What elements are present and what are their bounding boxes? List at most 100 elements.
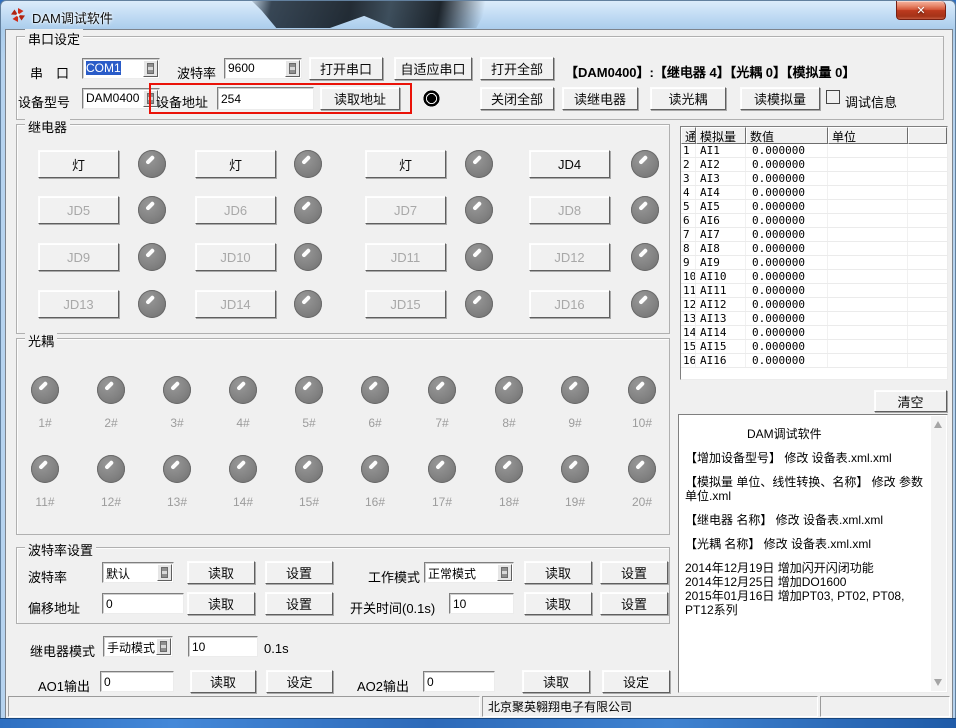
serial-group-title: 串口设定 — [25, 29, 83, 48]
work-mode-dropdown-icon[interactable] — [497, 564, 512, 581]
baud-setting-dropdown-icon[interactable] — [157, 564, 172, 581]
title-bar[interactable]: DAM调试软件 ✕ — [1, 1, 955, 29]
analog-row-1[interactable]: 1AI10.000000 — [681, 144, 947, 158]
address-input[interactable] — [217, 87, 314, 110]
analog-row-14[interactable]: 14AI140.000000 — [681, 326, 947, 340]
open-port-button[interactable]: 打开串口 — [309, 57, 383, 80]
clear-button[interactable]: 清空 — [874, 390, 947, 412]
ao1-set-button[interactable]: 设定 — [266, 670, 333, 693]
analog-row-5[interactable]: 5AI50.000000 — [681, 200, 947, 214]
analog-row-6[interactable]: 6AI60.000000 — [681, 214, 947, 228]
relay-button-3[interactable]: 灯 — [365, 150, 446, 178]
analog-row-12[interactable]: 12AI120.000000 — [681, 298, 947, 312]
adaptive-port-button[interactable]: 自适应串口 — [394, 57, 472, 80]
opto-label-12: 12# — [86, 495, 136, 509]
analog-cell: AI15 — [696, 340, 746, 353]
read-relay-button[interactable]: 读继电器 — [562, 87, 638, 110]
relay-led-11 — [465, 243, 493, 271]
port-combo-dropdown-icon[interactable] — [143, 60, 158, 77]
relay-led-10 — [294, 243, 322, 271]
analog-row-4[interactable]: 4AI40.000000 — [681, 186, 947, 200]
relay-mode-combo[interactable]: 手动模式 — [103, 636, 173, 657]
analog-cell — [908, 214, 947, 227]
analog-row-8[interactable]: 8AI80.000000 — [681, 242, 947, 256]
analog-row-2[interactable]: 2AI20.000000 — [681, 158, 947, 172]
analog-row-7[interactable]: 7AI70.000000 — [681, 228, 947, 242]
switch-time-input[interactable] — [449, 593, 514, 614]
taskbar-strip — [0, 718, 956, 728]
analog-cell: 7 — [681, 228, 696, 241]
scroll-down-icon[interactable] — [934, 679, 942, 686]
close-button[interactable]: ✕ — [896, 1, 946, 20]
header-value[interactable]: 数值 — [746, 127, 828, 144]
ao1-input[interactable] — [100, 671, 174, 692]
offset-set-button[interactable]: 设置 — [265, 592, 333, 615]
port-combo[interactable]: COM1 — [82, 58, 160, 79]
application-window: DAM调试软件 ✕ 串口设定 串 口 COM1 波特率 9600 打开串口 自适… — [0, 0, 956, 728]
analog-row-10[interactable]: 10AI100.000000 — [681, 270, 947, 284]
relay-time-input[interactable] — [188, 636, 258, 657]
ao2-set-button[interactable]: 设定 — [602, 670, 670, 693]
open-all-button[interactable]: 打开全部 — [480, 57, 554, 80]
relay-led-16 — [631, 290, 659, 318]
analog-cell — [828, 200, 908, 213]
relay-led-1 — [138, 150, 166, 178]
debug-info-label[interactable]: 调试信息 — [845, 92, 897, 111]
switch-time-set-button[interactable]: 设置 — [600, 592, 668, 615]
analog-table: 通 模拟量 数值 单位 1AI10.0000002AI20.0000003AI3… — [680, 126, 948, 380]
baud-read-button[interactable]: 读取 — [187, 561, 255, 584]
relay-button-4[interactable]: JD4 — [529, 150, 610, 178]
analog-cell — [828, 354, 908, 367]
work-mode-read-button[interactable]: 读取 — [524, 561, 592, 584]
status-panel-company: 北京聚英翱翔电子有限公司 — [482, 696, 818, 717]
header-extra[interactable] — [908, 127, 947, 144]
analog-row-9[interactable]: 9AI90.000000 — [681, 256, 947, 270]
analog-row-11[interactable]: 11AI110.000000 — [681, 284, 947, 298]
switch-time-read-button[interactable]: 读取 — [524, 592, 592, 615]
analog-cell — [828, 270, 908, 283]
analog-row-13[interactable]: 13AI130.000000 — [681, 312, 947, 326]
analog-cell: 0.000000 — [746, 256, 828, 269]
close-all-button[interactable]: 关闭全部 — [480, 87, 554, 110]
baud-setting-combo[interactable]: 默认 — [102, 562, 174, 583]
read-analog-button[interactable]: 读模拟量 — [740, 87, 820, 110]
analog-cell: AI5 — [696, 200, 746, 213]
analog-cell — [828, 172, 908, 185]
analog-row-16[interactable]: 16AI160.000000 — [681, 354, 947, 368]
relay-led-7 — [465, 196, 493, 224]
baud-set-button[interactable]: 设置 — [265, 561, 333, 584]
work-mode-label: 工作模式 — [368, 567, 420, 586]
offset-input[interactable] — [102, 593, 184, 614]
analog-cell — [908, 326, 947, 339]
offset-read-button[interactable]: 读取 — [187, 592, 255, 615]
relay-button-2[interactable]: 灯 — [195, 150, 276, 178]
analog-cell — [828, 284, 908, 297]
opto-label-7: 7# — [417, 416, 467, 430]
baud-combo-dropdown-icon[interactable] — [285, 60, 300, 77]
relay-mode-dropdown-icon[interactable] — [156, 638, 171, 655]
ao1-read-button[interactable]: 读取 — [190, 670, 256, 693]
analog-cell — [908, 312, 947, 325]
analog-row-15[interactable]: 15AI150.000000 — [681, 340, 947, 354]
analog-cell: 0.000000 — [746, 354, 828, 367]
analog-cell: 0.000000 — [746, 270, 828, 283]
analog-cell: 10 — [681, 270, 696, 283]
analog-cell: 2 — [681, 158, 696, 171]
relay-button-1[interactable]: 灯 — [38, 150, 119, 178]
header-channel[interactable]: 通 — [681, 127, 696, 144]
info-scrollbar[interactable] — [931, 416, 946, 691]
read-address-button[interactable]: 读取地址 — [320, 87, 400, 110]
work-mode-set-button[interactable]: 设置 — [600, 561, 668, 584]
read-opto-button[interactable]: 读光耦 — [650, 87, 726, 110]
scroll-up-icon[interactable] — [934, 421, 942, 428]
app-icon — [10, 7, 26, 23]
opto-label-14: 14# — [218, 495, 268, 509]
baud-combo[interactable]: 9600 — [224, 58, 302, 79]
header-analog[interactable]: 模拟量 — [696, 127, 746, 144]
analog-row-3[interactable]: 3AI30.000000 — [681, 172, 947, 186]
model-combo[interactable]: DAM0400 — [82, 88, 160, 109]
ao2-read-button[interactable]: 读取 — [522, 670, 590, 693]
ao2-input[interactable] — [423, 671, 495, 692]
work-mode-combo[interactable]: 正常模式 — [424, 562, 514, 583]
header-unit[interactable]: 单位 — [828, 127, 908, 144]
